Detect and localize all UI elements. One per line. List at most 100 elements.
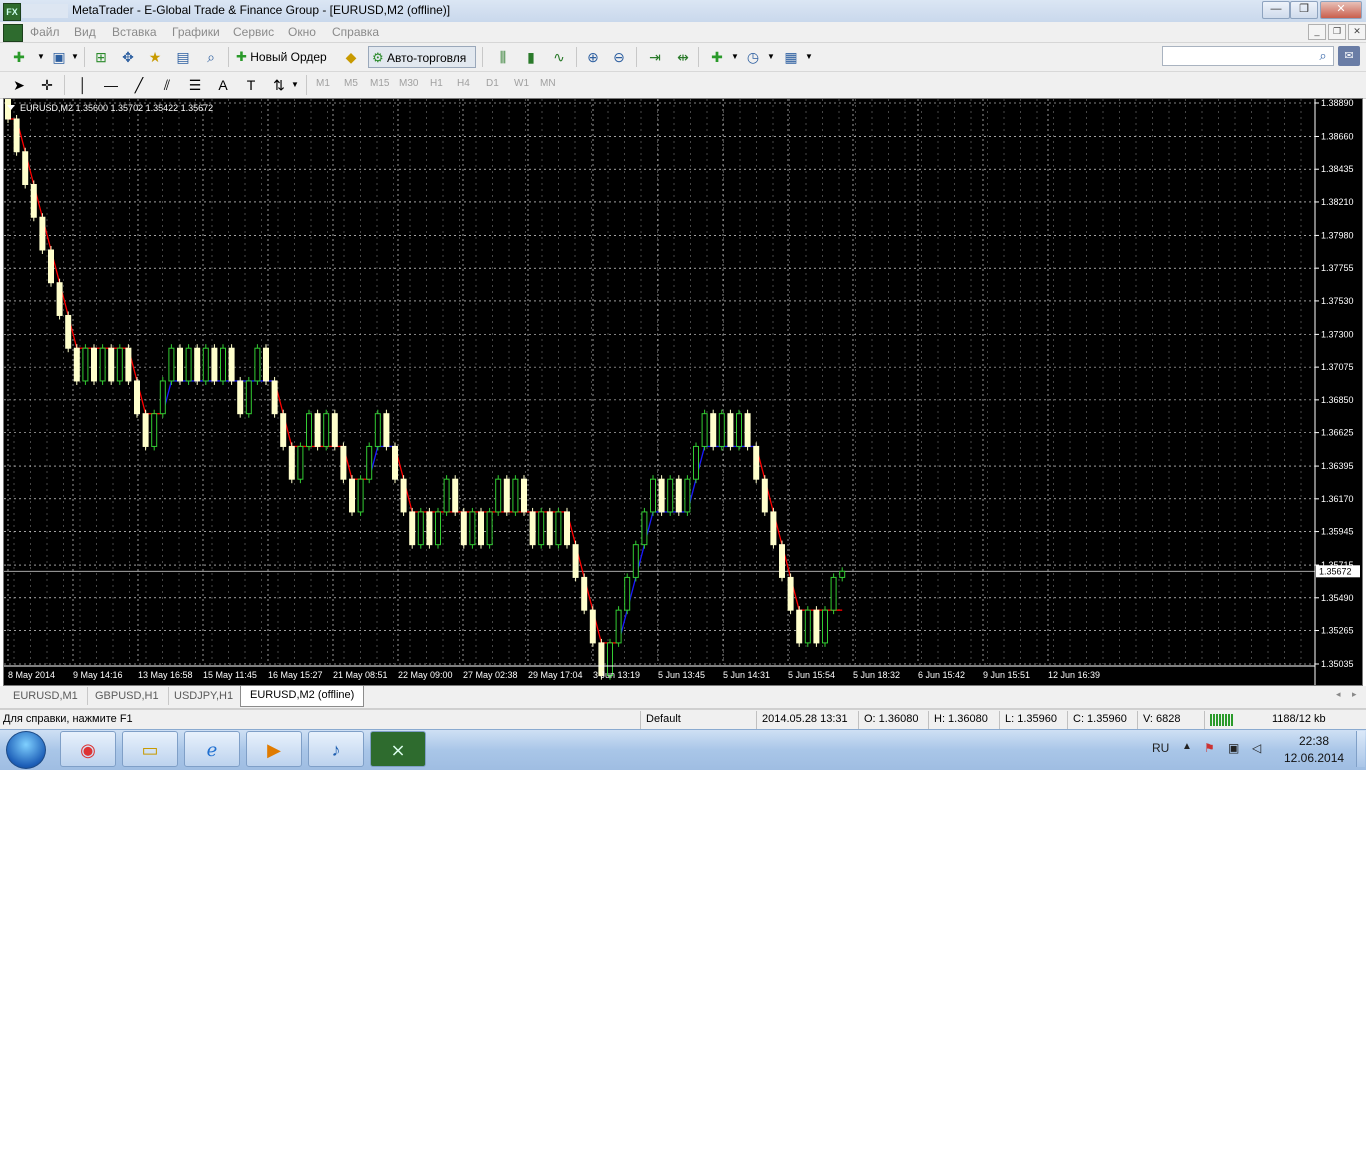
- tab-scroll-right-icon[interactable]: ▸: [1352, 689, 1357, 700]
- metaeditor-icon[interactable]: ◆: [340, 46, 362, 68]
- line-chart-icon[interactable]: ∿: [548, 46, 570, 68]
- timeframe-h1[interactable]: H1: [430, 78, 443, 89]
- show-desktop-button[interactable]: [1356, 731, 1365, 767]
- clock-time[interactable]: 22:38: [1299, 734, 1329, 748]
- zoom-out-icon[interactable]: ⊖: [608, 46, 630, 68]
- dropdown-arrow-icon[interactable]: ▼: [284, 74, 306, 96]
- candle-body: [5, 99, 11, 120]
- autotrading-button[interactable]: ⚙ Авто-торговля: [368, 46, 476, 68]
- crosshair-icon[interactable]: ✛: [36, 74, 58, 96]
- auto-scroll-icon[interactable]: ⇥: [644, 46, 666, 68]
- tray-expand-icon[interactable]: ▲: [1182, 741, 1192, 752]
- menu-insert[interactable]: Вставка: [112, 25, 157, 39]
- vertical-line-icon[interactable]: │: [72, 74, 94, 96]
- candle-body: [744, 413, 751, 447]
- speaker-icon[interactable]: ◁: [1252, 741, 1261, 755]
- language-indicator[interactable]: RU: [1152, 741, 1169, 755]
- clock-date[interactable]: 12.06.2014: [1284, 751, 1344, 765]
- chat-icon[interactable]: ✉: [1338, 46, 1360, 66]
- status-separator: [640, 711, 641, 729]
- volume-task-icon[interactable]: ♪: [308, 731, 364, 767]
- close-button[interactable]: ✕: [1320, 1, 1362, 19]
- menu-help[interactable]: Справка: [332, 25, 379, 39]
- flag-icon[interactable]: ⚑: [1204, 741, 1215, 755]
- status-separator: [1137, 711, 1138, 729]
- tab-gbpusd-h1[interactable]: GBPUSD,H1: [86, 687, 169, 705]
- tab-eurusd-m1[interactable]: EURUSD,M1: [4, 687, 88, 705]
- text-icon[interactable]: A: [212, 74, 234, 96]
- menu-file[interactable]: Файл: [30, 25, 60, 39]
- tab-usdjpy-h1[interactable]: USDJPY,H1: [165, 687, 244, 705]
- mdi-restore-button[interactable]: ❐: [1328, 24, 1346, 40]
- timeframe-m5[interactable]: M5: [344, 78, 358, 89]
- ie-task-icon[interactable]: ℯ: [184, 731, 240, 767]
- candle-body: [134, 380, 140, 415]
- maximize-button[interactable]: ❐: [1290, 1, 1318, 19]
- candle-body: [323, 413, 330, 447]
- minimize-button[interactable]: —: [1262, 1, 1290, 19]
- search-input[interactable]: [1162, 46, 1334, 66]
- candle-body: [770, 511, 777, 546]
- horizontal-line-icon[interactable]: —: [100, 74, 122, 96]
- timeframe-d1[interactable]: D1: [486, 78, 499, 89]
- mdi-close-button[interactable]: ✕: [1348, 24, 1366, 40]
- candle-body: [271, 380, 278, 415]
- timeframe-m15[interactable]: M15: [370, 78, 389, 89]
- tester-icon[interactable]: ⌕: [200, 46, 222, 68]
- timeframe-h4[interactable]: H4: [457, 78, 470, 89]
- mdi-minimize-button[interactable]: _: [1308, 24, 1326, 40]
- chart-shift-icon[interactable]: ⇹: [672, 46, 694, 68]
- data-window-icon[interactable]: ✥: [117, 46, 139, 68]
- bar-chart-icon[interactable]: ⫼: [492, 46, 514, 68]
- navigator-icon[interactable]: ★: [144, 46, 166, 68]
- y-tick-label: 1.37530: [1321, 296, 1354, 306]
- timeframe-m1[interactable]: M1: [316, 78, 330, 89]
- menu-view[interactable]: Вид: [74, 25, 96, 39]
- timeframe-mn[interactable]: MN: [540, 78, 556, 89]
- channel-icon[interactable]: ⫽: [156, 74, 178, 96]
- cursor-icon[interactable]: ➤: [8, 74, 30, 96]
- start-button[interactable]: [6, 731, 46, 769]
- candle-body: [624, 576, 631, 611]
- dropdown-arrow-icon[interactable]: ▼: [64, 46, 86, 68]
- network-icon[interactable]: ▣: [1228, 741, 1239, 755]
- candlestick-icon[interactable]: ▮: [520, 46, 542, 68]
- toolbar-separator: [636, 47, 637, 67]
- chart-tabs: EURUSD,M1 GBPUSD,H1 USDJPY,H1 EURUSD,M2 …: [0, 686, 1366, 709]
- text-label-icon[interactable]: T: [240, 74, 262, 96]
- candle-body: [718, 413, 725, 447]
- timeframe-m30[interactable]: M30: [399, 78, 418, 89]
- menu-tools[interactable]: Сервис: [233, 25, 274, 39]
- trendline-icon[interactable]: ╱: [128, 74, 150, 96]
- timeframe-w1[interactable]: W1: [514, 78, 529, 89]
- new-order-button[interactable]: ✚ Новый Ордер: [236, 46, 338, 68]
- dropdown-arrow-icon[interactable]: ▼: [798, 46, 820, 68]
- candle-body: [581, 576, 588, 611]
- menu-charts[interactable]: Графики: [172, 25, 220, 39]
- candle-body: [177, 347, 183, 382]
- price-chart[interactable]: 1.38890 1.38660 1.38435 1.38210 1.37980 1.377…: [4, 99, 1362, 685]
- search-icon[interactable]: ⌕: [1314, 47, 1332, 65]
- candle-body: [469, 511, 476, 546]
- terminal-icon[interactable]: ▤: [172, 46, 194, 68]
- tab-eurusd-m2-offline[interactable]: EURUSD,M2 (offline): [240, 686, 365, 707]
- tab-scroll-left-icon[interactable]: ◂: [1336, 689, 1341, 700]
- zoom-in-icon[interactable]: ⊕: [582, 46, 604, 68]
- dropdown-arrow-icon[interactable]: ▼: [760, 46, 782, 68]
- candle-body: [813, 609, 820, 644]
- candle-body: [684, 478, 691, 513]
- media-task-icon[interactable]: ▶: [246, 731, 302, 767]
- menu-window[interactable]: Окно: [288, 25, 316, 39]
- fibonacci-icon[interactable]: ☰: [184, 74, 206, 96]
- trend-line: [8, 118, 843, 644]
- candle-body: [426, 511, 433, 546]
- explorer-task-icon[interactable]: ▭: [122, 731, 178, 767]
- chart-header: EURUSD,M2 1.35600 1.35702 1.35422 1.3567…: [20, 103, 213, 113]
- toolbar-separator: [84, 47, 85, 67]
- y-tick-label: 1.35490: [1321, 593, 1354, 603]
- new-chart-icon[interactable]: ✚: [8, 46, 30, 68]
- toolbar-separator: [698, 47, 699, 67]
- metatrader-task-icon[interactable]: ⨯: [370, 731, 426, 767]
- market-watch-icon[interactable]: ⊞: [90, 46, 112, 68]
- chrome-task-icon[interactable]: ◉: [60, 731, 116, 767]
